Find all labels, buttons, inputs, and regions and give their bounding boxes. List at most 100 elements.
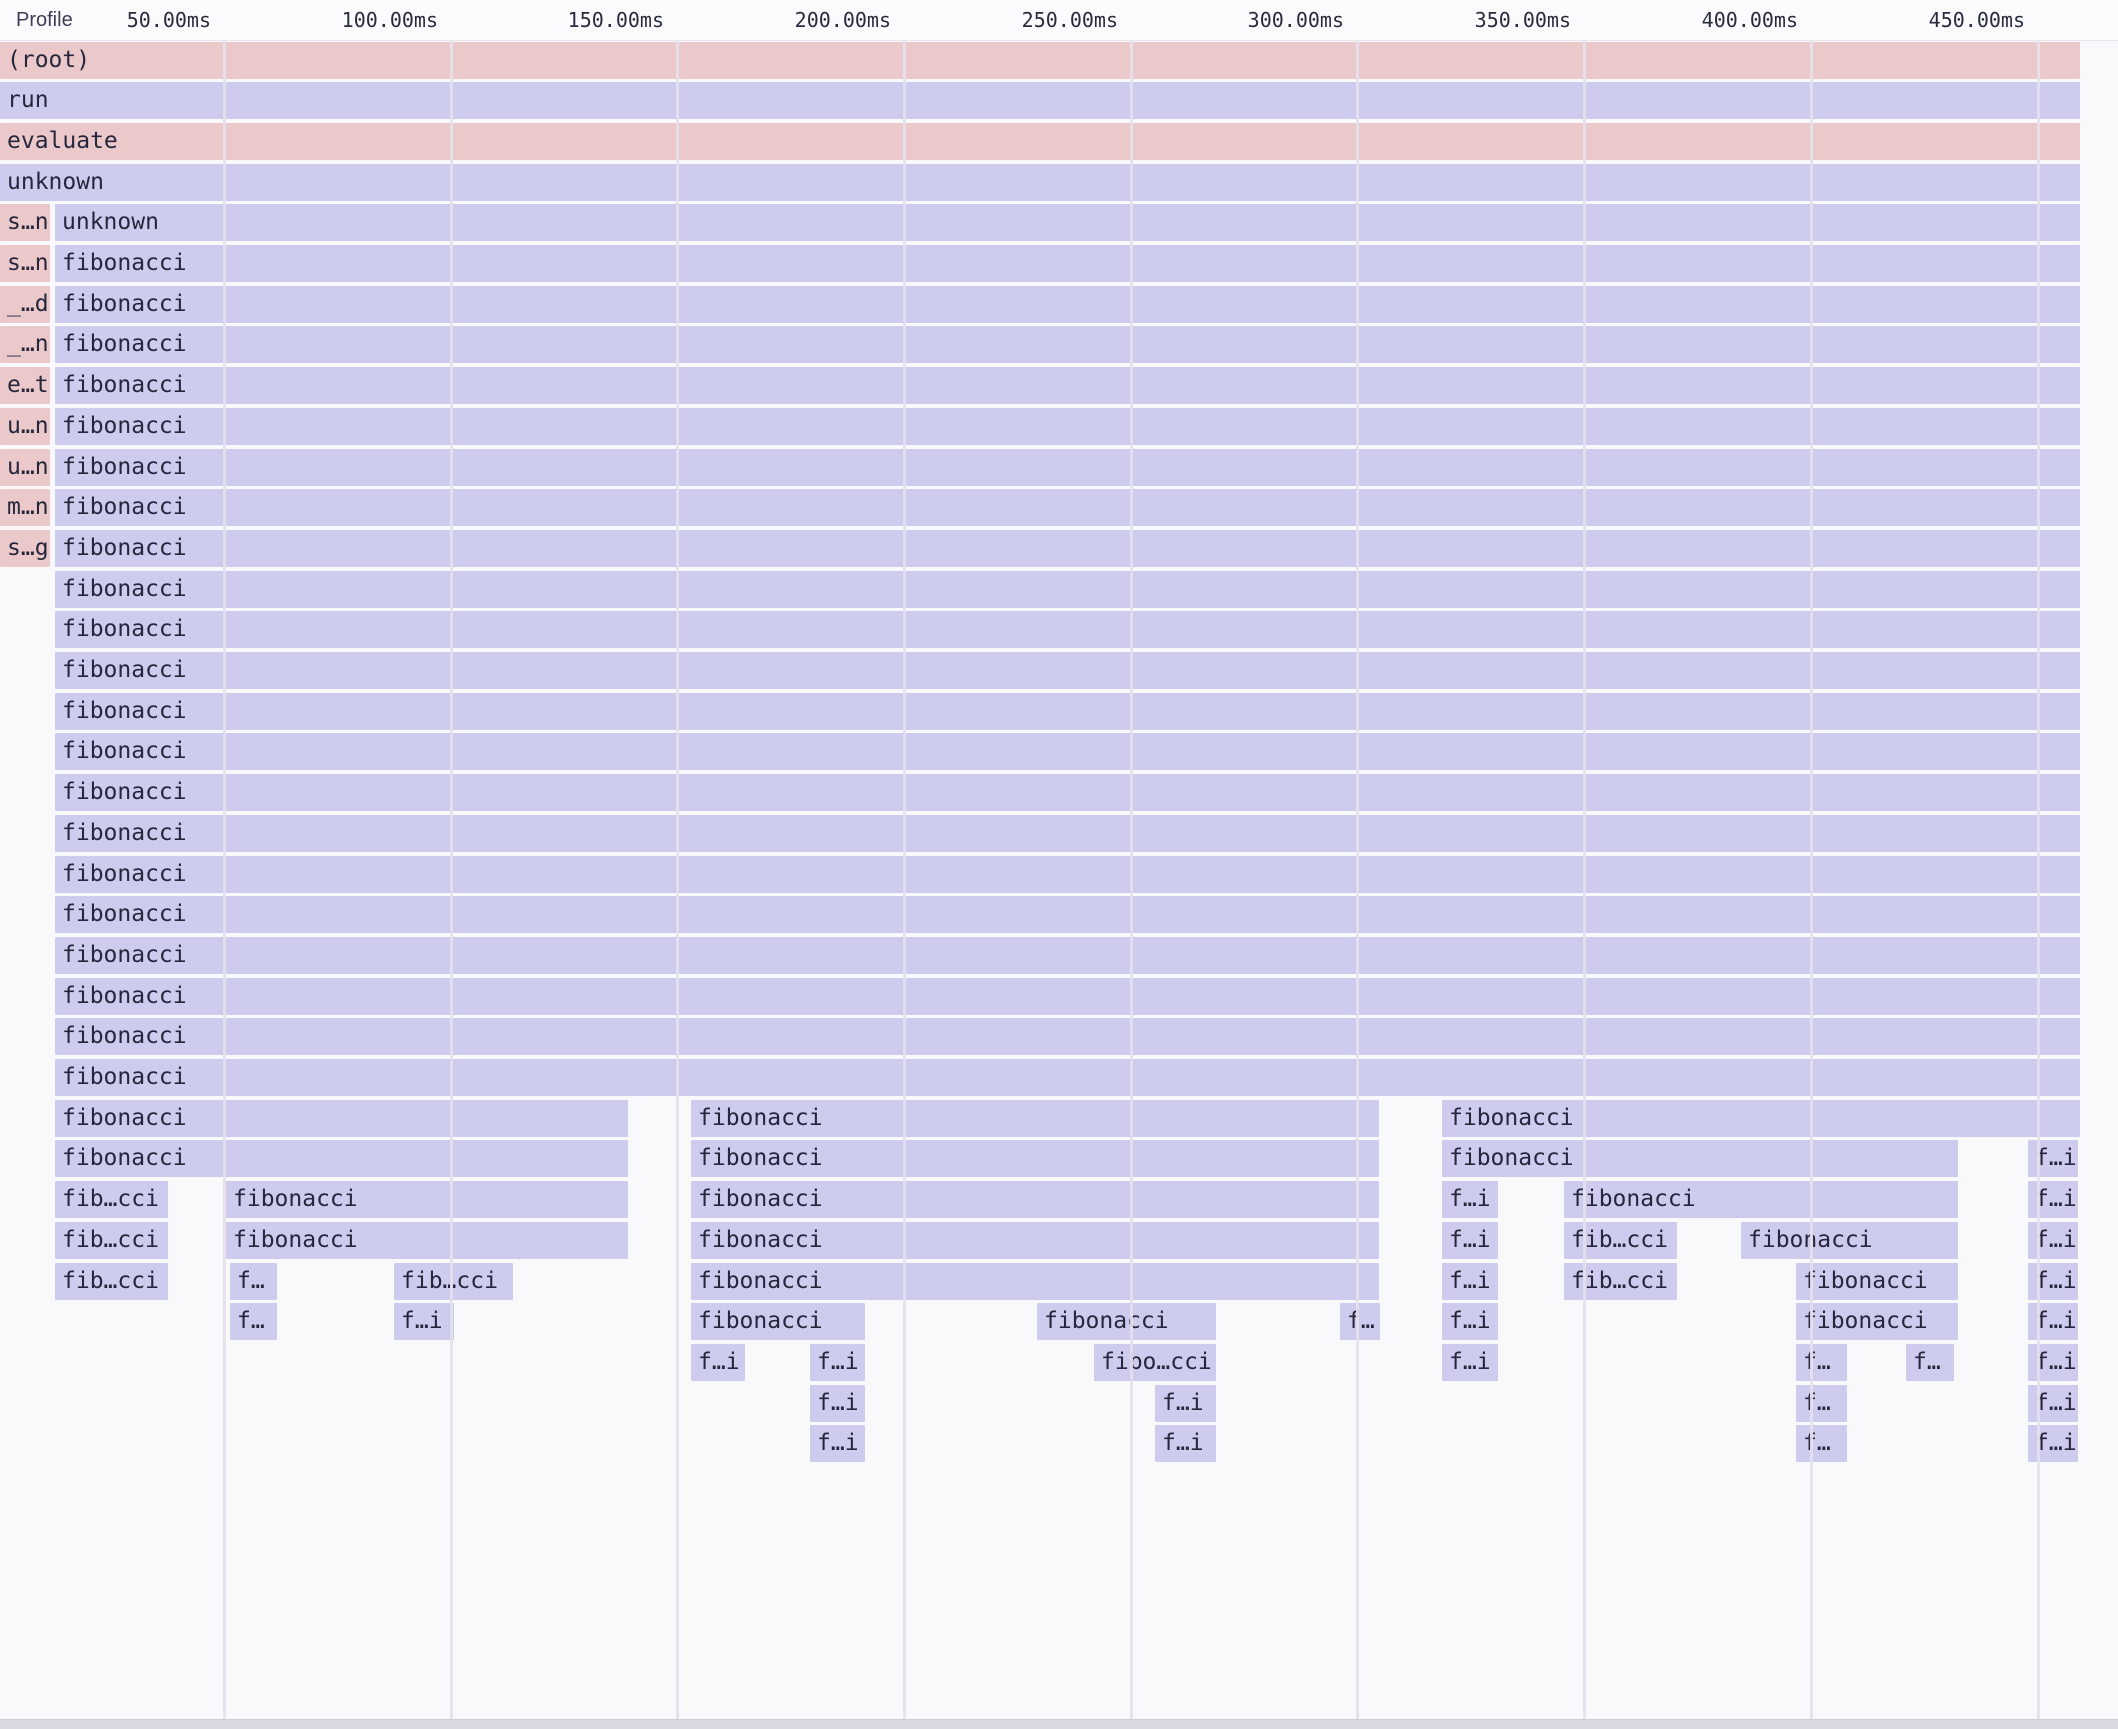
flame-frame[interactable]: fibonacci: [1037, 1303, 1216, 1340]
flame-frame[interactable]: fibonacci: [55, 1018, 2080, 1055]
flame-frame[interactable]: f…i: [1442, 1303, 1498, 1340]
time-tick-label: 250.00ms: [1022, 0, 1118, 40]
flame-frame[interactable]: fibonacci: [55, 652, 2080, 689]
flame-frame[interactable]: f…: [230, 1303, 277, 1340]
flame-frame[interactable]: fib…cci: [55, 1181, 168, 1218]
flame-frame[interactable]: s…g: [0, 530, 50, 567]
flame-frame[interactable]: fibonacci: [1564, 1181, 1958, 1218]
flame-row: fibonacci: [0, 1018, 2118, 1055]
flame-frame[interactable]: evaluate: [0, 123, 2080, 160]
flame-frame[interactable]: fibonacci: [691, 1222, 1379, 1259]
flame-frame[interactable]: f…i: [2028, 1303, 2078, 1340]
flame-frame[interactable]: f…: [1796, 1344, 1847, 1381]
flame-frame[interactable]: fibonacci: [55, 896, 2080, 933]
flame-frame[interactable]: fibonacci: [55, 449, 2080, 486]
flame-frame[interactable]: f…i: [2028, 1385, 2078, 1422]
flame-frame[interactable]: fib…cci: [1564, 1222, 1677, 1259]
flame-frame[interactable]: fibonacci: [691, 1181, 1379, 1218]
flame-frame[interactable]: fib…cci: [394, 1263, 513, 1300]
flame-frame[interactable]: f…: [1796, 1425, 1847, 1462]
flame-row: fib…cci f… fib…cci fibonacci f…i fib…cci fibon…: [0, 1263, 2118, 1300]
flame-row: evaluate: [0, 123, 2118, 160]
flame-frame[interactable]: f…: [1340, 1303, 1380, 1340]
flame-frame[interactable]: fibonacci: [55, 326, 2080, 363]
flame-frame[interactable]: s…n: [0, 245, 50, 282]
flame-frame[interactable]: f…i: [810, 1344, 865, 1381]
flame-frame[interactable]: f…i: [2028, 1140, 2078, 1177]
flame-frame[interactable]: fibonacci: [55, 937, 2080, 974]
flame-frame[interactable]: fibonacci: [226, 1181, 628, 1218]
flame-frame[interactable]: f…i: [2028, 1344, 2078, 1381]
flame-frame[interactable]: fib…cci: [55, 1222, 168, 1259]
flame-frame[interactable]: f…i: [2028, 1425, 2078, 1462]
flame-frame[interactable]: u…n: [0, 449, 50, 486]
flame-frame[interactable]: fibonacci: [55, 774, 2080, 811]
flame-frame[interactable]: fibonacci: [691, 1100, 1379, 1137]
flame-frame[interactable]: fibonacci: [55, 693, 2080, 730]
flame-frame[interactable]: f…i: [1442, 1263, 1498, 1300]
flame-frame[interactable]: fibonacci: [55, 1059, 2080, 1096]
flame-frame[interactable]: fibonacci: [55, 571, 2080, 608]
flame-frame[interactable]: unknown: [55, 204, 2080, 241]
flame-frame[interactable]: fibo…cci: [1094, 1344, 1216, 1381]
profile-tab[interactable]: Profile: [16, 0, 73, 40]
flame-frame[interactable]: u…n: [0, 408, 50, 445]
flame-frame[interactable]: fibonacci: [55, 733, 2080, 770]
flame-frame[interactable]: fibonacci: [691, 1303, 865, 1340]
time-tick-label: 50.00ms: [127, 0, 211, 40]
flame-frame[interactable]: run: [0, 82, 2080, 119]
flame-frame[interactable]: f…i: [394, 1303, 454, 1340]
flame-frame[interactable]: f…i: [691, 1344, 745, 1381]
flame-frame[interactable]: f…i: [1155, 1385, 1216, 1422]
flame-frame[interactable]: fibonacci: [55, 1140, 628, 1177]
flame-row: _…nfibonacci: [0, 326, 2118, 363]
flame-frame[interactable]: fibonacci: [55, 815, 2080, 852]
flame-frame[interactable]: fibonacci: [1442, 1100, 2080, 1137]
flame-frame[interactable]: f…i: [810, 1425, 865, 1462]
time-tick-label: 150.00ms: [568, 0, 664, 40]
flame-row: fibonacci: [0, 733, 2118, 770]
flame-frame[interactable]: _…n: [0, 326, 50, 363]
flame-frame[interactable]: fibonacci: [1741, 1222, 1958, 1259]
flame-frame[interactable]: f…i: [810, 1385, 865, 1422]
flame-frame[interactable]: fibonacci: [55, 286, 2080, 323]
flame-frame[interactable]: (root): [0, 42, 2080, 79]
flame-frame[interactable]: fibonacci: [691, 1263, 1379, 1300]
flame-frame[interactable]: f…i: [1155, 1425, 1216, 1462]
flame-frame[interactable]: fibonacci: [1796, 1303, 1958, 1340]
flame-frame[interactable]: fibonacci: [55, 489, 2080, 526]
flame-row: fibonacci: [0, 774, 2118, 811]
flame-frame[interactable]: fibonacci: [55, 611, 2080, 648]
flame-frame[interactable]: f…i: [1442, 1344, 1498, 1381]
flame-frame[interactable]: f…i: [1442, 1222, 1498, 1259]
flame-frame[interactable]: s…n: [0, 204, 50, 241]
flame-frame[interactable]: fib…cci: [1564, 1263, 1677, 1300]
flame-row: s…nunknown: [0, 204, 2118, 241]
flame-frame[interactable]: fibonacci: [55, 978, 2080, 1015]
flame-row: fibonacci: [0, 856, 2118, 893]
flame-frame[interactable]: f…i: [2028, 1222, 2078, 1259]
flame-frame[interactable]: fibonacci: [55, 245, 2080, 282]
flame-frame[interactable]: fibonacci: [55, 408, 2080, 445]
flame-frame[interactable]: _…d: [0, 286, 50, 323]
flame-frame[interactable]: f…i: [1442, 1181, 1498, 1218]
flame-frame[interactable]: f…i: [2028, 1181, 2078, 1218]
flame-frame[interactable]: unknown: [0, 164, 2080, 201]
flame-frame[interactable]: fibonacci: [1796, 1263, 1958, 1300]
flame-frame[interactable]: fibonacci: [226, 1222, 628, 1259]
flame-frame[interactable]: f…: [230, 1263, 277, 1300]
flame-frame[interactable]: fibonacci: [55, 1100, 628, 1137]
flame-frame[interactable]: fibonacci: [691, 1140, 1379, 1177]
flame-frame[interactable]: f…: [1906, 1344, 1954, 1381]
flame-frame[interactable]: e…t: [0, 367, 50, 404]
flame-frame[interactable]: fibonacci: [55, 367, 2080, 404]
flame-frame[interactable]: fibonacci: [55, 856, 2080, 893]
flame-frame[interactable]: fibonacci: [1442, 1140, 1958, 1177]
flame-row: fibonacci: [0, 815, 2118, 852]
flame-frame[interactable]: f…i: [2028, 1263, 2078, 1300]
flame-frame[interactable]: f…: [1796, 1385, 1847, 1422]
flame-frame[interactable]: fib…cci: [55, 1263, 168, 1300]
flame-frame[interactable]: m…n: [0, 489, 50, 526]
flame-frame[interactable]: fibonacci: [55, 530, 2080, 567]
flame-row: e…tfibonacci: [0, 367, 2118, 404]
